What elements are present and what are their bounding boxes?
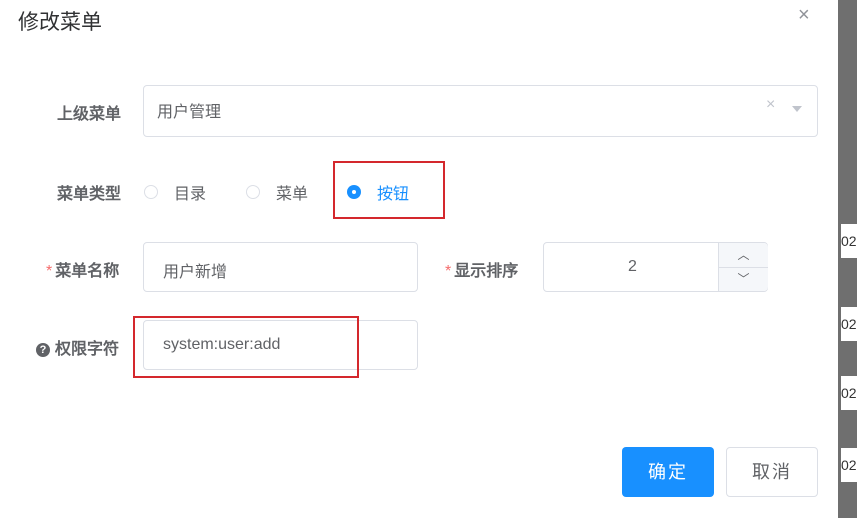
radio-directory[interactable]: 目录 (144, 180, 206, 204)
parent-menu-select[interactable]: 用户管理 × (143, 85, 818, 137)
background-table-cell: 02 (841, 224, 857, 258)
display-order-stepper[interactable]: 2 ︿ ﹀ (543, 242, 768, 292)
menu-name-label-text: 菜单名称 (55, 263, 120, 280)
display-order-label-text: 显示排序 (454, 263, 519, 280)
close-icon[interactable]: × (798, 4, 810, 27)
chevron-down-icon[interactable] (792, 106, 802, 112)
radio-label: 目录 (174, 186, 207, 203)
display-order-value: 2 (628, 258, 637, 275)
edit-menu-dialog: 修改菜单 × 上级菜单 用户管理 × 菜单类型 目录 菜单 按钮 * 菜单名称 用… (0, 0, 838, 518)
parent-menu-value: 用户管理 (157, 104, 222, 121)
increment-icon[interactable]: ︿ (719, 243, 768, 268)
highlight-box (133, 316, 359, 378)
menu-type-label: 菜单类型 (57, 186, 122, 203)
background-table-cell: 02 (841, 307, 857, 341)
radio-label: 菜单 (276, 186, 309, 203)
clear-icon[interactable]: × (766, 96, 775, 114)
parent-menu-label: 上级菜单 (57, 106, 122, 123)
help-icon[interactable]: ? (36, 343, 50, 357)
highlight-box (333, 161, 445, 219)
decrement-icon[interactable]: ﹀ (719, 267, 768, 291)
background-table-cell: 02 (841, 448, 857, 482)
stepper-controls: ︿ ﹀ (718, 243, 768, 291)
radio-circle-icon (246, 185, 260, 199)
radio-circle-icon (144, 185, 158, 199)
required-mark: * (445, 263, 452, 280)
page-backdrop (838, 0, 857, 518)
menu-name-label: * 菜单名称 (46, 257, 119, 281)
required-mark: * (46, 263, 53, 280)
background-table-cell: 02 (841, 376, 857, 410)
radio-menu[interactable]: 菜单 (246, 180, 308, 204)
permission-label-text: 权限字符 (55, 341, 120, 358)
confirm-button[interactable]: 确定 (622, 447, 714, 497)
menu-name-input[interactable]: 用户新增 (143, 242, 418, 292)
cancel-button[interactable]: 取消 (726, 447, 818, 497)
dialog-title: 修改菜单 (18, 11, 102, 34)
permission-label: ? 权限字符 (36, 335, 119, 359)
display-order-label: * 显示排序 (445, 257, 518, 281)
menu-name-value: 用户新增 (163, 264, 228, 281)
